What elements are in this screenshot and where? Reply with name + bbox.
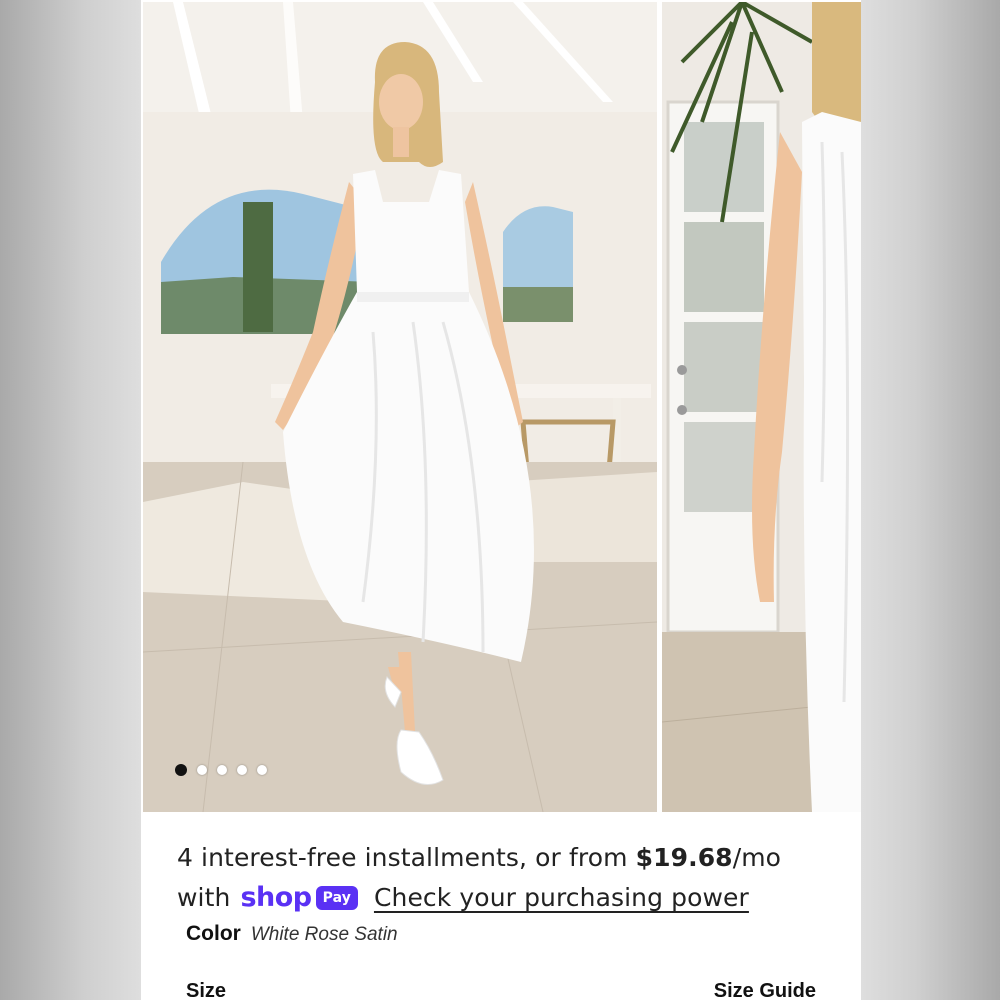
per-month: /mo (732, 843, 782, 872)
left-backdrop (0, 0, 141, 1000)
installment-price: $19.68 (635, 843, 733, 872)
check-purchasing-power-link[interactable]: Check your purchasing power (374, 878, 749, 918)
product-image-gallery[interactable] (141, 0, 861, 812)
shop-logo: shop (240, 882, 312, 913)
pagination-dot[interactable] (237, 765, 247, 775)
shop-pay-line: with shop Pay Check your purchasing powe… (177, 878, 837, 918)
main-photo-illustration (143, 2, 657, 812)
pagination-dot[interactable] (257, 765, 267, 775)
secondary-product-image[interactable] (662, 2, 861, 812)
pagination-dot[interactable] (217, 765, 227, 775)
installments-text: 4 interest-free installments, or from (177, 843, 636, 872)
color-selector: Color White Rose Satin (186, 922, 398, 946)
main-product-image[interactable] (143, 2, 657, 812)
right-backdrop (861, 0, 1000, 1000)
color-value: White Rose Satin (250, 924, 398, 945)
size-row: Size Size Guide (186, 980, 816, 1000)
color-label: Color (186, 922, 241, 945)
pay-badge: Pay (315, 886, 358, 910)
size-guide-link[interactable]: Size Guide (714, 980, 816, 1000)
product-info: 4 interest-free installments, or from $1… (141, 812, 861, 1000)
shop-pay-installments: 4 interest-free installments, or from $1… (177, 838, 837, 918)
pagination-dot[interactable] (197, 765, 207, 775)
product-page: 4 interest-free installments, or from $1… (141, 0, 861, 1000)
pagination-dot-active[interactable] (175, 764, 187, 776)
installments-line: 4 interest-free installments, or from $1… (177, 838, 837, 878)
side-photo-illustration (662, 2, 861, 812)
size-label: Size (186, 980, 227, 1000)
with-text: with (177, 883, 231, 912)
gallery-pagination (175, 764, 267, 776)
